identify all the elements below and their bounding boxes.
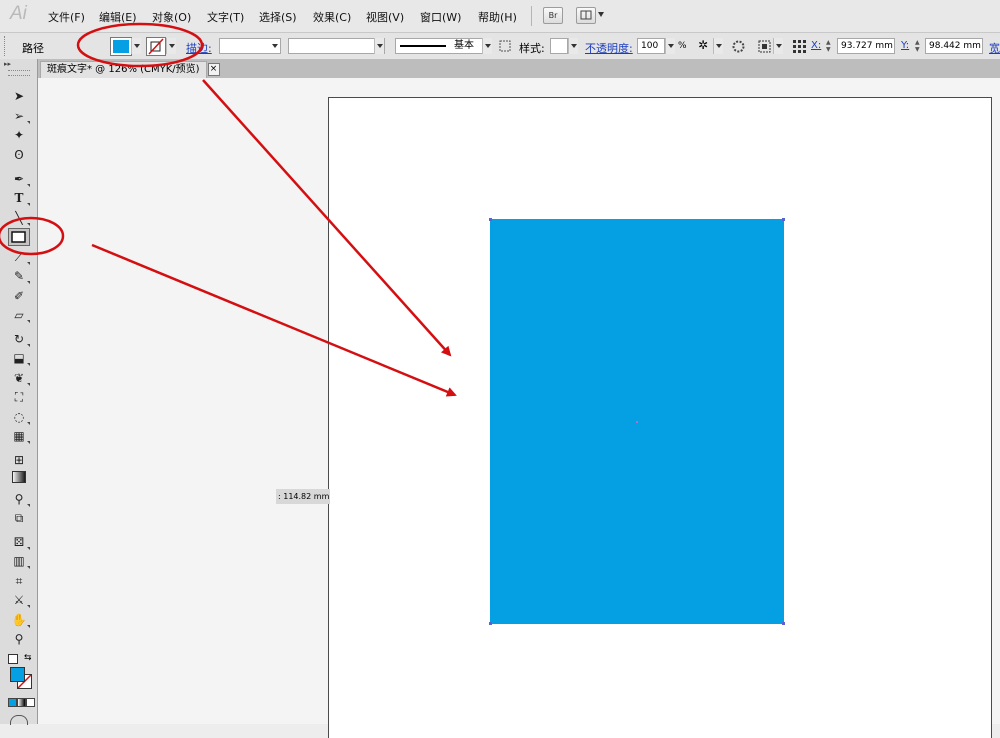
annotation-circle-fill-stroke — [76, 22, 204, 68]
annotation-arrow — [91, 243, 457, 397]
annotation-arrow — [202, 79, 452, 357]
annotation-overlay — [0, 22, 457, 397]
annotation-circle-rectangle-tool — [0, 216, 65, 256]
